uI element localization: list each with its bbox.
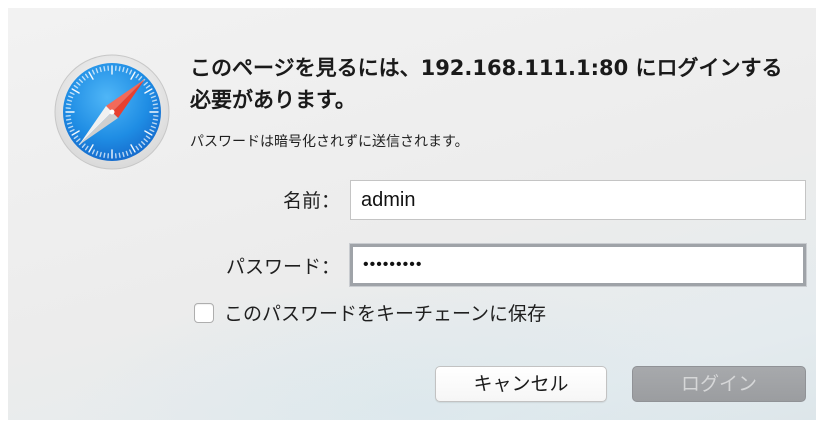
unencrypted-warning: パスワードは暗号化されずに送信されます。 — [190, 134, 469, 150]
password-label: パスワード： — [225, 256, 340, 278]
safari-compass-icon — [54, 54, 170, 170]
cancel-button[interactable]: キャンセル — [435, 366, 607, 402]
save-keychain-row[interactable]: このパスワードをキーチェーンに保存 — [194, 299, 546, 326]
save-keychain-label[interactable]: このパスワードをキーチェーンに保存 — [224, 299, 546, 326]
password-input[interactable] — [350, 244, 806, 286]
save-keychain-checkbox[interactable] — [194, 302, 214, 323]
name-label: 名前： — [282, 190, 340, 212]
login-required-message: このページを見るには、192.168.111.1:80 にログインする必要があり… — [190, 56, 783, 112]
http-auth-dialog: このページを見るには、192.168.111.1:80 にログインする必要があり… — [8, 8, 816, 420]
login-button[interactable]: ログイン — [632, 366, 806, 402]
name-input[interactable] — [350, 180, 806, 220]
